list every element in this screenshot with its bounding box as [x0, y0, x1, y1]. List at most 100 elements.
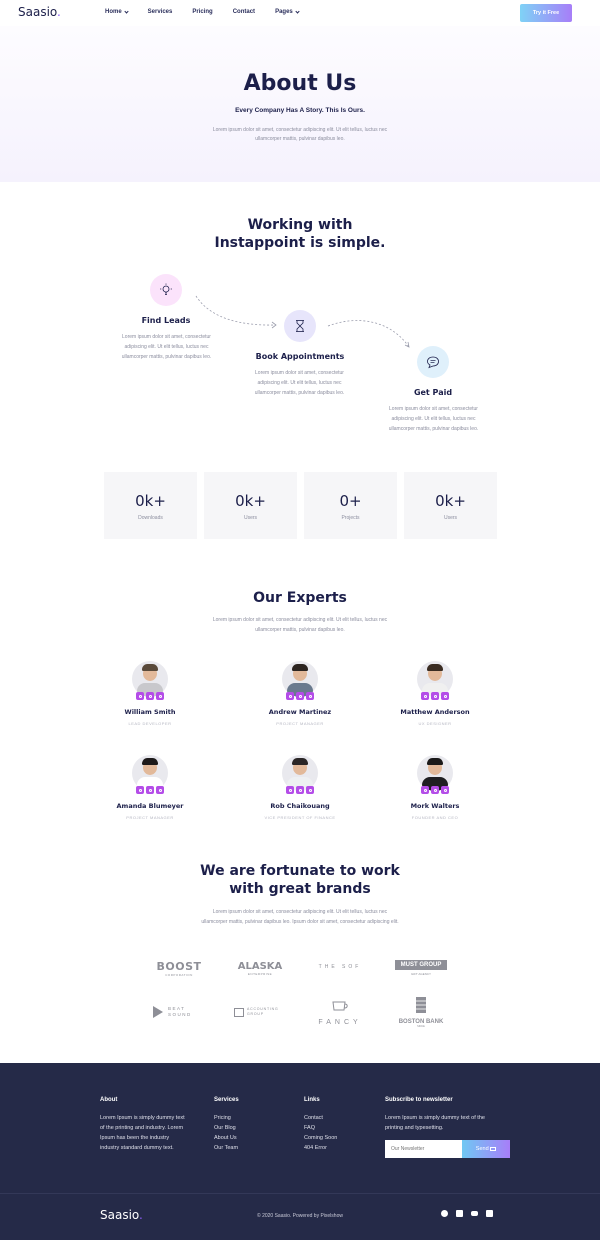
- building-icon: [416, 997, 426, 1013]
- brand-logo-the-sof: THE SOF: [318, 964, 362, 970]
- site-footer: About Lorem Ipsum is simply dummy text o…: [0, 1063, 600, 1240]
- brand-logo-fancy: FANCY: [312, 999, 368, 1026]
- twitter-icon[interactable]: [456, 1210, 463, 1217]
- step-1-circle: [150, 274, 182, 306]
- footer-link-contact[interactable]: Contact: [304, 1113, 337, 1123]
- step-3-title: Get Paid: [413, 388, 453, 397]
- social-links: [90, 692, 210, 700]
- social-links: [240, 786, 360, 794]
- dribbble-icon[interactable]: [286, 692, 294, 700]
- expert-name: Amanda Blumeyer: [116, 802, 184, 810]
- step-2-title: Book Appointments: [255, 352, 345, 361]
- expert-card: Andrew Martinez PROJECT MANAGER: [240, 661, 360, 726]
- expert-name: Rob Chaikouang: [270, 802, 330, 810]
- twitter-icon[interactable]: [146, 786, 154, 794]
- expert-card: Amanda Blumeyer PROJECT MANAGER: [90, 755, 210, 820]
- twitter-icon[interactable]: [296, 692, 304, 700]
- dribbble-icon[interactable]: [136, 786, 144, 794]
- footer-link-about[interactable]: About Us: [214, 1133, 238, 1143]
- social-links: [240, 692, 360, 700]
- brand-logo-must-group: MUST GROUP GIFT AGENCY: [395, 960, 447, 976]
- social-links: [375, 692, 495, 700]
- footer-about-heading: About: [100, 1097, 118, 1103]
- lightbulb-icon: [160, 283, 172, 295]
- chart-box-icon: [234, 1007, 244, 1017]
- expert-role: UX DESIGNER: [418, 721, 452, 726]
- expert-name: Matthew Anderson: [400, 708, 470, 716]
- expert-name: Andrew Martinez: [268, 708, 332, 716]
- youtube-icon[interactable]: [156, 692, 164, 700]
- footer-about-text: Lorem Ipsum is simply dummy text of the …: [100, 1115, 185, 1151]
- social-links: [375, 786, 495, 794]
- brands-title: We are fortunate to work with great bran…: [200, 863, 400, 897]
- stat-card-users-2: 0k+ Users: [404, 472, 497, 539]
- dribbble-icon[interactable]: [441, 1210, 448, 1217]
- dribbble-icon[interactable]: [421, 692, 429, 700]
- footer-newsletter-text: Lorem Ipsum is simply dummy text of the …: [385, 1115, 485, 1131]
- expert-role: VICE PRESIDENT OF FINANCE: [264, 815, 336, 820]
- footer-link-blog[interactable]: Our Blog: [214, 1123, 238, 1133]
- stat-value: 0k+: [235, 492, 266, 510]
- footer-link-team[interactable]: Our Team: [214, 1143, 238, 1153]
- footer-copyright: © 2020 Saasio. Powered by Pixelshow: [257, 1213, 343, 1219]
- expert-role: FOUNDER AND CEO: [411, 815, 459, 820]
- footer-divider: [0, 1193, 600, 1194]
- stat-value: 0k+: [135, 492, 166, 510]
- stat-label: Downloads: [138, 515, 163, 521]
- expert-role: LEAD DEVELOPER: [128, 721, 172, 726]
- step-1-desc: Lorem ipsum dolor sit amet, consectetur …: [121, 334, 212, 360]
- step-3-desc: Lorem ipsum dolor sit amet, consectetur …: [388, 406, 479, 432]
- expert-card: Mork Walters FOUNDER AND CEO: [375, 755, 495, 820]
- brand-logo-alaska: ALASKA ENTERPRISE: [237, 961, 283, 976]
- newsletter-email-input[interactable]: [385, 1140, 462, 1158]
- twitter-icon[interactable]: [431, 786, 439, 794]
- experts-title: Our Experts: [253, 590, 347, 606]
- expert-role: PROJECT MANAGER: [276, 721, 324, 726]
- stat-card-projects: 0+ Projects: [304, 472, 397, 539]
- step-3-circle: [417, 346, 449, 378]
- footer-link-404[interactable]: 404 Error: [304, 1143, 337, 1153]
- expert-role: PROJECT MANAGER: [126, 815, 174, 820]
- dribbble-icon[interactable]: [136, 692, 144, 700]
- expert-card: Rob Chaikouang VICE PRESIDENT OF FINANCE: [240, 755, 360, 820]
- brand-logo-accounting-group: ACCOUNTING GROUP: [234, 1007, 286, 1017]
- play-icon: [153, 1006, 163, 1018]
- footer-newsletter-heading: Subscribe to newsletter: [385, 1097, 453, 1103]
- youtube-icon[interactable]: [471, 1211, 478, 1216]
- stat-card-users: 0k+ Users: [204, 472, 297, 539]
- chat-bubble-icon: [427, 356, 439, 369]
- cup-icon: [332, 1001, 348, 1011]
- expert-card: William Smith LEAD DEVELOPER: [90, 661, 210, 726]
- youtube-icon[interactable]: [306, 786, 314, 794]
- brands-description: Lorem ipsum dolor sit amet, consectetur …: [201, 909, 399, 925]
- social-links: [90, 786, 210, 794]
- footer-link-faq[interactable]: FAQ: [304, 1123, 337, 1133]
- youtube-icon[interactable]: [441, 786, 449, 794]
- stat-card-downloads: 0k+ Downloads: [104, 472, 197, 539]
- step-2-circle: [284, 310, 316, 342]
- twitter-icon[interactable]: [296, 786, 304, 794]
- footer-links-heading: Links: [304, 1097, 320, 1103]
- youtube-icon[interactable]: [156, 786, 164, 794]
- footer-services-list: Pricing Our Blog About Us Our Team: [214, 1113, 238, 1153]
- twitter-icon[interactable]: [431, 692, 439, 700]
- dribbble-icon[interactable]: [286, 786, 294, 794]
- footer-link-pricing[interactable]: Pricing: [214, 1113, 238, 1123]
- expert-card: Matthew Anderson UX DESIGNER: [375, 661, 495, 726]
- stat-value: 0+: [339, 492, 362, 510]
- footer-link-coming-soon[interactable]: Coming Soon: [304, 1133, 337, 1143]
- expert-name: Mork Walters: [410, 802, 460, 810]
- brand-logo-boost: BOOST CORPORATION: [156, 960, 202, 977]
- youtube-icon[interactable]: [441, 692, 449, 700]
- stat-value: 0k+: [435, 492, 466, 510]
- footer-services-heading: Services: [214, 1097, 239, 1103]
- expert-name: William Smith: [124, 708, 176, 716]
- envelope-icon: [490, 1146, 497, 1151]
- footer-links-list: Contact FAQ Coming Soon 404 Error: [304, 1113, 337, 1153]
- youtube-icon[interactable]: [306, 692, 314, 700]
- twitter-icon[interactable]: [146, 692, 154, 700]
- linkedin-icon[interactable]: [486, 1210, 493, 1217]
- newsletter-send-button[interactable]: Send: [462, 1140, 510, 1158]
- stat-label: Users: [243, 515, 258, 521]
- dribbble-icon[interactable]: [421, 786, 429, 794]
